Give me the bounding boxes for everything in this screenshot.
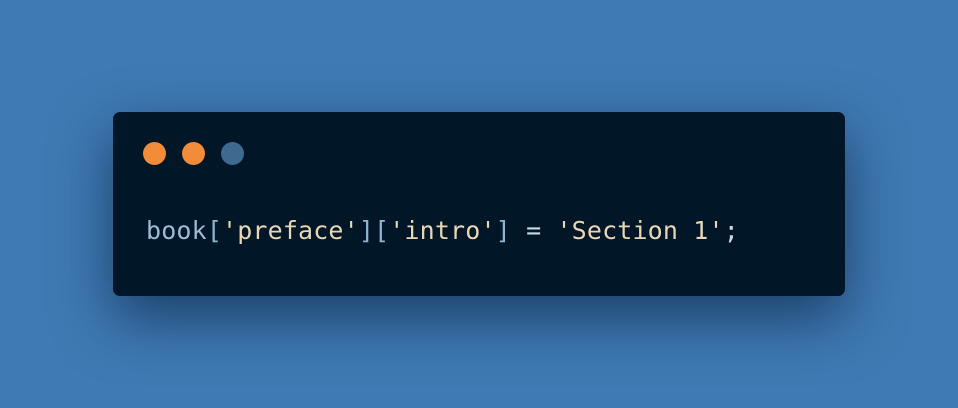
- code-token-bracket: ]: [495, 216, 527, 245]
- code-token-string: 'preface': [222, 216, 359, 245]
- code-token-operator: =: [526, 216, 542, 245]
- code-token-semicolon: ;: [723, 216, 739, 245]
- code-token-string: 'intro': [389, 216, 496, 245]
- code-token-string: 'Section 1': [556, 216, 724, 245]
- code-window: book['preface']['intro'] = 'Section 1';: [113, 112, 845, 296]
- code-token-bracket: ][: [358, 216, 390, 245]
- code-token-bracket: [: [206, 216, 223, 245]
- code-token-identifier: book: [146, 216, 207, 245]
- maximize-dot-icon: [221, 142, 244, 165]
- close-dot-icon: [143, 142, 166, 165]
- code-line: book['preface']['intro'] = 'Section 1';: [146, 216, 739, 246]
- window-controls: [143, 142, 244, 165]
- minimize-dot-icon: [182, 142, 205, 165]
